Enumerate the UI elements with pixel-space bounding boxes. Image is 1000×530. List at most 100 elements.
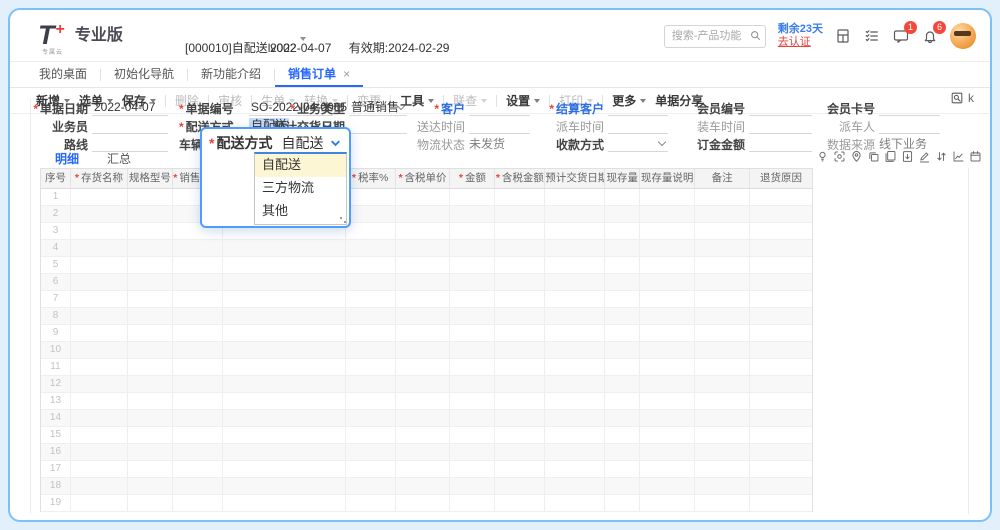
grid-cell[interactable] [450,393,495,409]
grid-cell[interactable] [173,325,223,341]
tab-1[interactable]: 我的桌面 [26,62,100,87]
grid-cell[interactable] [640,291,695,307]
grid-cell[interactable] [695,257,750,273]
grid-cell[interactable] [396,478,451,494]
grid-cell[interactable] [396,206,451,222]
grid-cell[interactable] [128,359,173,375]
grid-cell[interactable] [605,223,640,239]
grid-cell[interactable] [495,223,545,239]
grid-cell[interactable] [450,206,495,222]
tab-4[interactable]: 销售订单× [275,62,363,87]
grid-cell[interactable] [450,478,495,494]
grid-cell[interactable] [346,325,396,341]
grid-cell[interactable] [640,427,695,443]
row-number[interactable]: 19 [41,495,71,511]
row-number[interactable]: 15 [41,427,71,443]
grid-cell[interactable] [223,257,346,273]
grid-cell[interactable] [640,325,695,341]
grid-cell[interactable] [695,410,750,426]
grid-cell[interactable] [396,325,451,341]
grid-cell[interactable] [346,444,396,460]
grid-cell[interactable] [396,427,451,443]
grid-cell[interactable] [695,495,750,511]
grid-cell[interactable] [605,410,640,426]
grid-cell[interactable] [640,359,695,375]
grid-cell[interactable] [396,274,451,290]
grid-cell[interactable] [71,189,128,205]
field-bill_date[interactable]: 2022-04-07 [92,100,168,116]
grid-cell[interactable] [640,342,695,358]
grid-cell[interactable] [128,478,173,494]
tab-close-icon[interactable]: × [343,67,350,81]
grid-cell[interactable] [396,410,451,426]
grid-cell[interactable] [396,444,451,460]
grid-cell[interactable] [223,444,346,460]
grid-cell[interactable] [695,478,750,494]
grid-cell[interactable] [545,376,605,392]
row-number[interactable]: 14 [41,410,71,426]
grid-cell[interactable] [750,359,812,375]
grid-cell[interactable] [750,478,812,494]
grid-cell[interactable] [695,461,750,477]
grid-cell[interactable] [71,427,128,443]
grid-cell[interactable] [750,410,812,426]
grid-cell[interactable] [640,495,695,511]
certify-link[interactable]: 去认证 [778,36,823,49]
grid-cell[interactable] [223,495,346,511]
grid-cell[interactable] [128,427,173,443]
grid-cell[interactable] [750,206,812,222]
grid-cell[interactable] [71,495,128,511]
grid-cell[interactable] [223,393,346,409]
grid-cell[interactable] [173,376,223,392]
row-number[interactable]: 11 [41,359,71,375]
grid-cell[interactable] [71,240,128,256]
grid-cell[interactable] [750,189,812,205]
grid-cell[interactable] [128,240,173,256]
grid-cell[interactable] [640,274,695,290]
grid-cell[interactable] [695,393,750,409]
grid-cell[interactable] [71,444,128,460]
field-expected_date[interactable] [349,118,407,134]
row-number[interactable]: 8 [41,308,71,324]
chevron-down-icon[interactable] [658,138,666,146]
field-customer[interactable] [469,100,530,116]
grid-cell[interactable] [605,444,640,460]
grid-cell[interactable] [640,393,695,409]
grid-cell[interactable] [495,427,545,443]
grid-cell[interactable] [173,240,223,256]
delivery-option-2[interactable]: 三方物流 [255,177,346,200]
grid-cell[interactable] [346,291,396,307]
grid-cell[interactable] [750,274,812,290]
grid-cell[interactable] [640,444,695,460]
grid-cell[interactable] [223,410,346,426]
grid-cell[interactable] [173,359,223,375]
grid-cell[interactable] [396,495,451,511]
grid-cell[interactable] [128,223,173,239]
grid-cell[interactable] [495,189,545,205]
grid-cell[interactable] [605,325,640,341]
grid-cell[interactable] [545,359,605,375]
grid-cell[interactable] [605,291,640,307]
grid-cell[interactable] [495,291,545,307]
grid-cell[interactable] [173,274,223,290]
grid-cell[interactable] [695,308,750,324]
grid-cell[interactable] [128,325,173,341]
grid-cell[interactable] [545,257,605,273]
grid-cell[interactable] [71,291,128,307]
grid-cell[interactable] [71,376,128,392]
message-icon[interactable]: 1 [893,28,909,44]
grid-cell[interactable] [545,393,605,409]
tab-3[interactable]: 新功能介绍 [188,62,274,87]
grid-cell[interactable] [128,461,173,477]
grid-cell[interactable] [450,376,495,392]
grid-cell[interactable] [605,478,640,494]
grid-cell[interactable] [545,189,605,205]
todo-list-icon[interactable] [864,28,880,44]
grid-cell[interactable] [695,291,750,307]
grid-cell[interactable] [750,376,812,392]
grid-cell[interactable] [346,495,396,511]
grid-cell[interactable] [346,427,396,443]
grid-cell[interactable] [450,308,495,324]
grid-cell[interactable] [173,257,223,273]
grid-cell[interactable] [640,257,695,273]
